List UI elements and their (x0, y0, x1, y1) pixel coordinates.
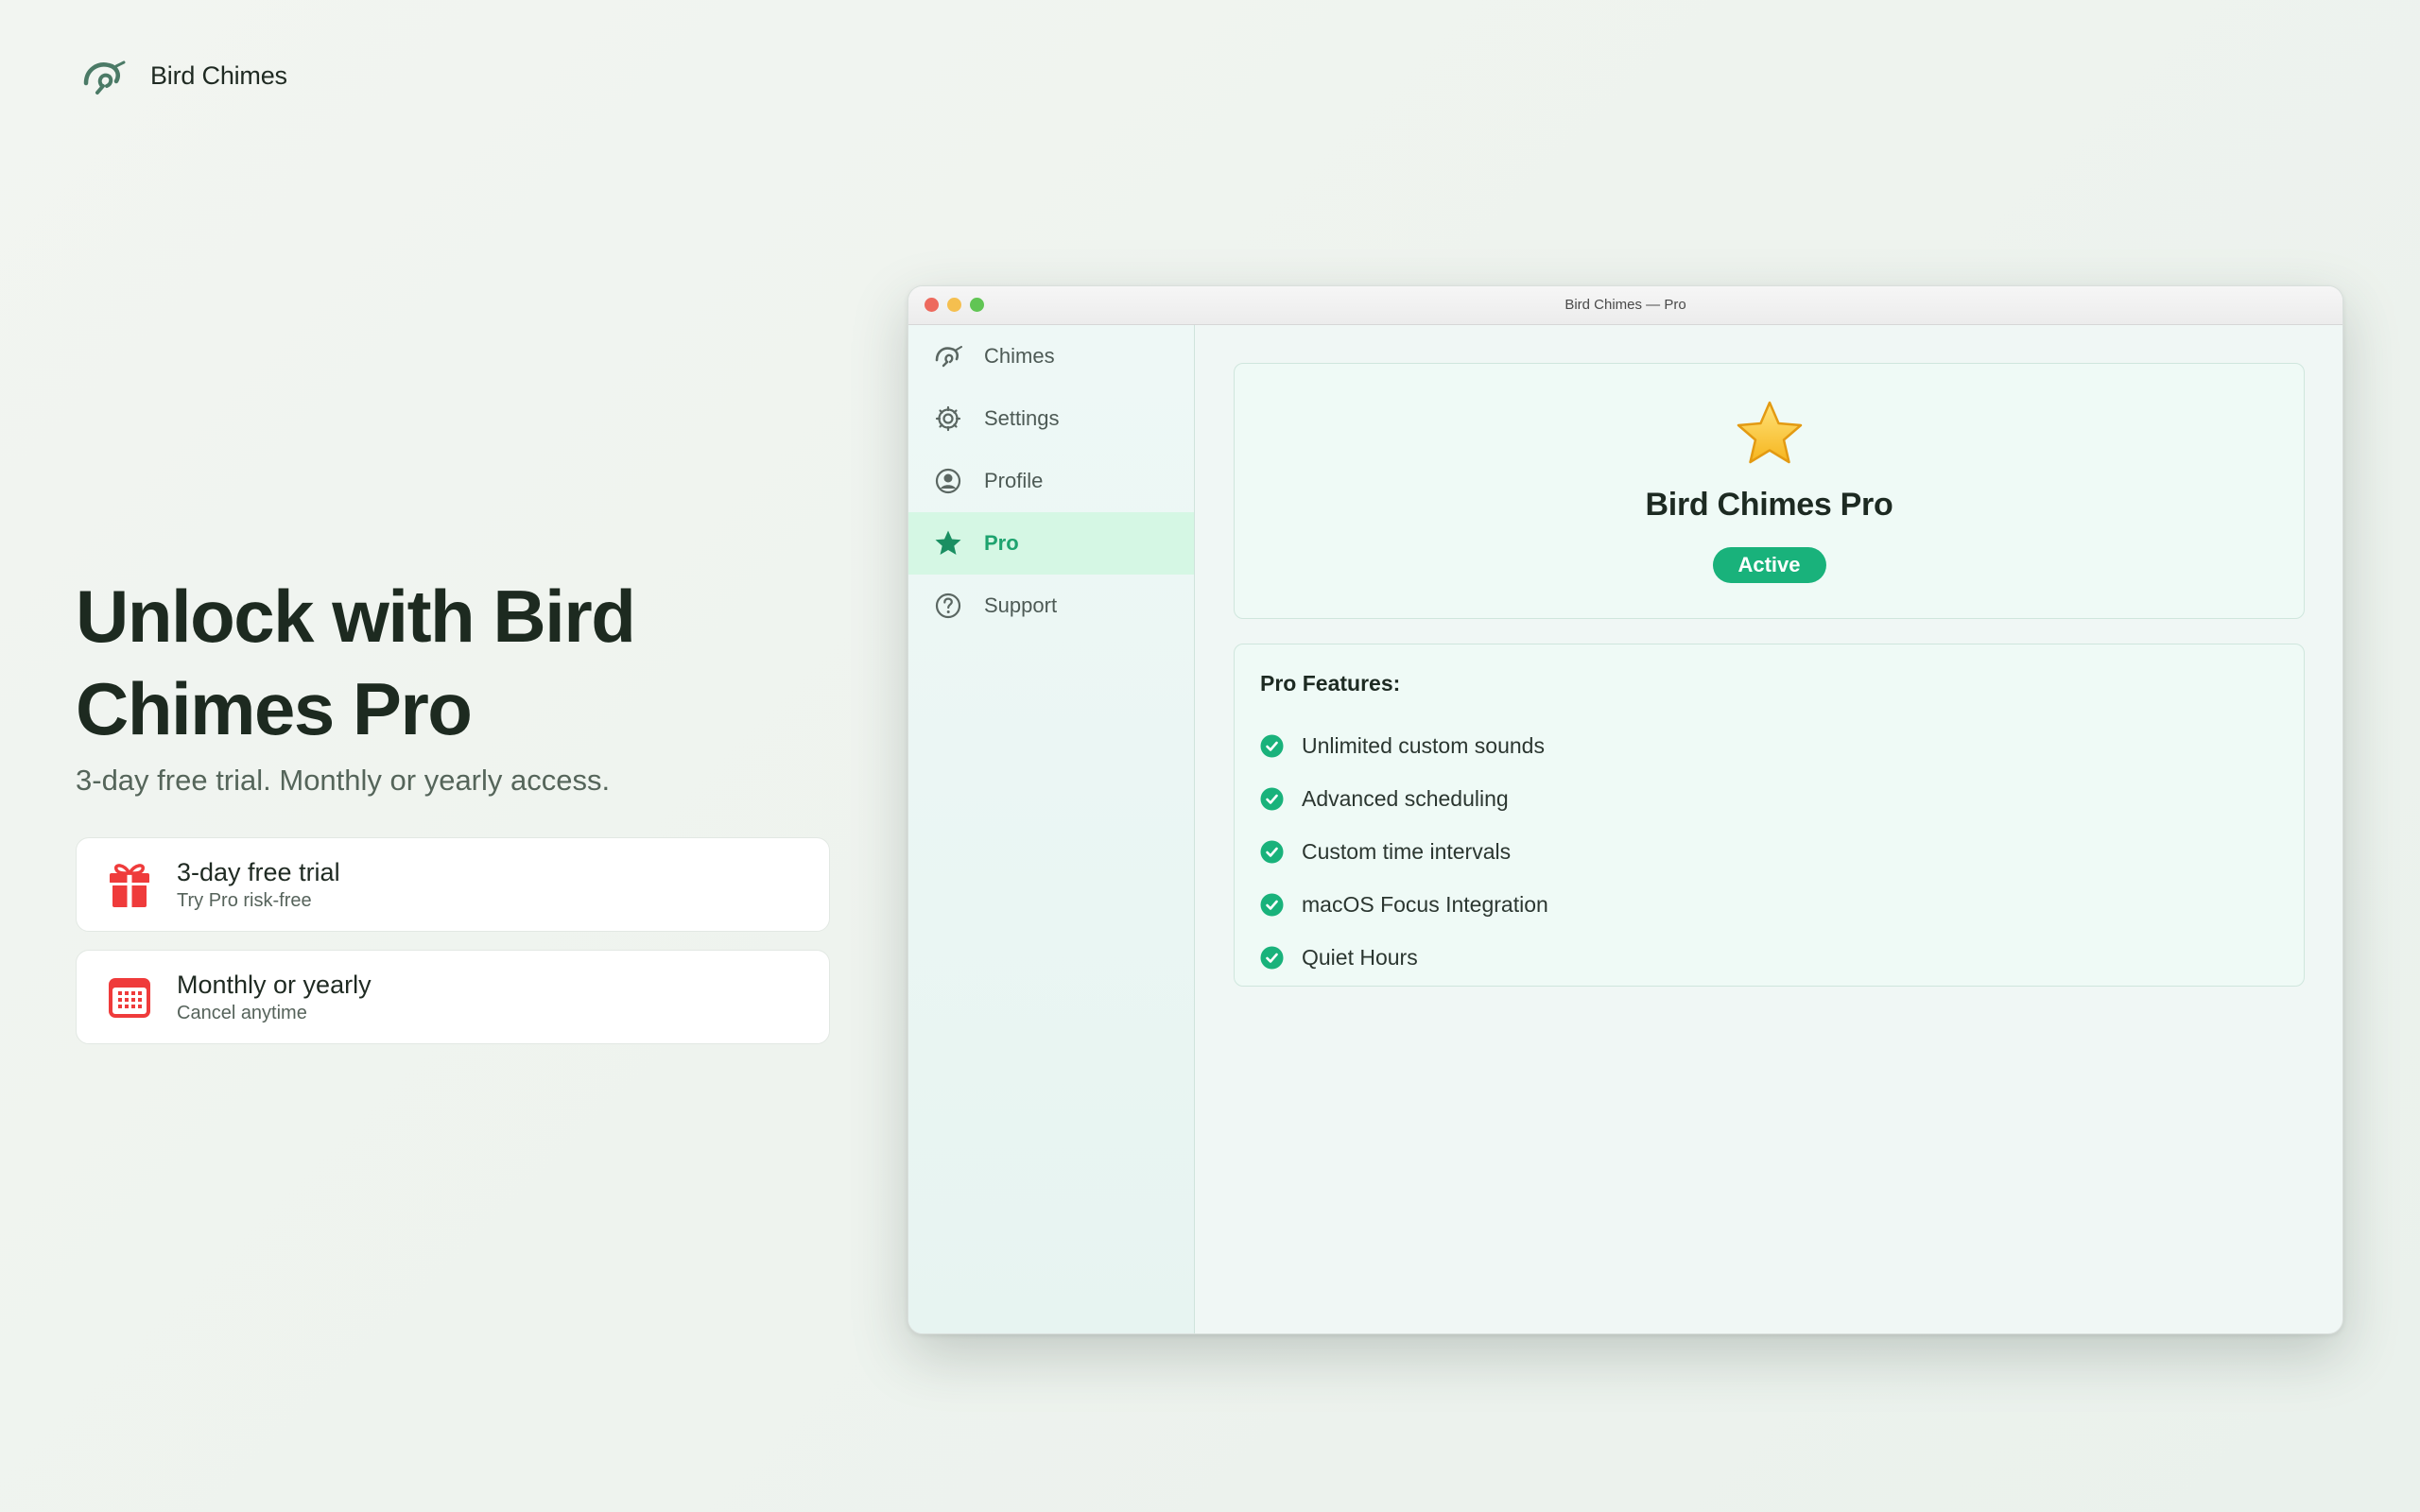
sidebar-item-support[interactable]: Support (908, 575, 1194, 637)
brand[interactable]: Bird Chimes (80, 55, 287, 96)
question-circle-icon (935, 593, 961, 619)
app-window: Bird Chimes — Pro Chimes Settings Profil… (908, 285, 2343, 1334)
star-emoji-icon (1737, 401, 1802, 464)
card-title: Monthly or yearly (177, 971, 372, 999)
main-content: Bird Chimes Pro Active Pro Features: Unl… (1196, 325, 2342, 1333)
window-title: Bird Chimes — Pro (1564, 297, 1686, 313)
person-circle-icon (935, 468, 961, 494)
sidebar-item-label: Support (984, 593, 1058, 617)
card-subtitle: Cancel anytime (177, 1003, 307, 1023)
feature-label: Unlimited custom sounds (1302, 732, 1545, 758)
checkmark-circle-icon (1260, 840, 1284, 863)
sidebar-item-chimes[interactable]: Chimes (908, 325, 1194, 387)
pro-features-panel: Pro Features: Unlimited custom sounds Ad… (1234, 644, 2305, 987)
pro-title: Bird Chimes Pro (1645, 487, 1893, 523)
list-item: Custom time intervals (1260, 825, 1548, 878)
sidebar-item-label: Profile (984, 469, 1044, 492)
checkmark-circle-icon (1260, 787, 1284, 810)
calendar-icon (109, 978, 150, 1018)
hero-title: Unlock with Bird Chimes Pro (76, 575, 636, 750)
checkmark-circle-icon (1260, 734, 1284, 757)
feature-label: Quiet Hours (1302, 944, 1418, 970)
feature-label: macOS Focus Integration (1302, 891, 1548, 917)
status-badge: Active (1712, 547, 1826, 583)
sidebar: Chimes Settings Profile Pro Support (908, 325, 1195, 1333)
sidebar-item-settings[interactable]: Settings (908, 387, 1194, 450)
feature-label: Advanced scheduling (1302, 785, 1509, 811)
sidebar-item-profile[interactable]: Profile (908, 450, 1194, 512)
brand-name: Bird Chimes (150, 60, 287, 90)
chime-icon (935, 346, 962, 368)
pro-status-panel: Bird Chimes Pro Active (1234, 363, 2305, 619)
free-trial-card: 3-day free trial Try Pro risk-free (76, 837, 830, 932)
list-item: Advanced scheduling (1260, 772, 1548, 825)
list-item: macOS Focus Integration (1260, 878, 1548, 931)
hero-subtitle: 3-day free trial. Monthly or yearly acce… (76, 764, 611, 797)
list-item: Quiet Hours (1260, 931, 1548, 984)
card-title: 3-day free trial (177, 858, 340, 886)
sidebar-item-pro[interactable]: Pro (908, 512, 1194, 575)
sidebar-item-label: Settings (984, 406, 1060, 430)
list-item: Unlimited custom sounds (1260, 719, 1548, 772)
gear-icon (935, 405, 961, 432)
sidebar-item-label: Chimes (984, 344, 1055, 368)
features-heading: Pro Features: (1260, 671, 1401, 696)
star-icon (935, 530, 961, 555)
features-list: Unlimited custom sounds Advanced schedul… (1260, 719, 1548, 984)
title-bar[interactable]: Bird Chimes — Pro (908, 286, 2342, 325)
sidebar-item-label: Pro (984, 531, 1019, 555)
gift-icon (110, 864, 149, 907)
checkmark-circle-icon (1260, 946, 1284, 969)
bird-chimes-logo-icon (83, 60, 126, 94)
billing-card: Monthly or yearly Cancel anytime (76, 950, 830, 1044)
feature-label: Custom time intervals (1302, 838, 1512, 864)
checkmark-circle-icon (1260, 893, 1284, 916)
card-subtitle: Try Pro risk-free (177, 890, 312, 911)
